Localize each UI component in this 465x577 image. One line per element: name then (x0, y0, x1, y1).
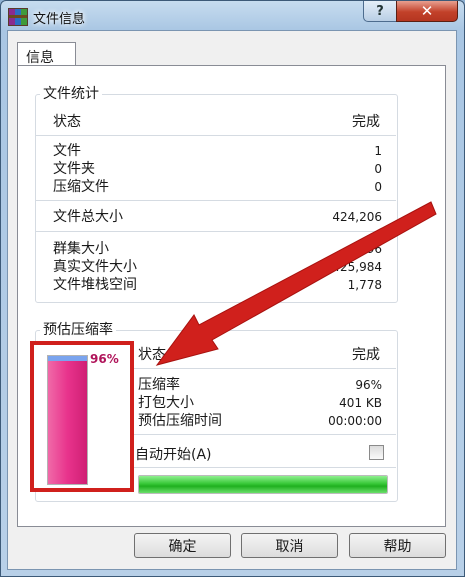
divider (36, 200, 396, 201)
divider (36, 231, 396, 232)
stats-group-title: 文件统计 (40, 83, 102, 103)
auto-start-checkbox[interactable] (369, 445, 384, 460)
ratio-group-title: 预估压缩率 (40, 319, 116, 339)
ratio-bar-fill (48, 361, 87, 484)
compression-progress-bar (138, 475, 388, 494)
real-size-value: 425,984 (332, 260, 382, 274)
close-button[interactable]: ✕ (396, 1, 458, 22)
ratio-value: 96% (355, 378, 382, 392)
count-archives-value: 0 (374, 180, 382, 194)
auto-start-label[interactable]: 自动开始(A) (135, 444, 212, 464)
est-time-label: 预估压缩时间 (138, 413, 222, 429)
divider (134, 434, 396, 435)
cluster-size-label: 群集大小 (53, 241, 109, 257)
count-archives-label: 压缩文件 (53, 179, 109, 195)
count-folders-value: 0 (374, 162, 382, 176)
cancel-button[interactable]: 取消 (241, 533, 338, 558)
winrar-app-icon (8, 8, 28, 26)
title-help-button[interactable]: ? (363, 1, 397, 22)
ratio-label: 压缩率 (138, 377, 180, 393)
total-size-label: 文件总大小 (53, 209, 123, 225)
ok-button[interactable]: 确定 (134, 533, 231, 558)
help-button[interactable]: 帮助 (349, 533, 446, 558)
ratio-status-label: 状态 (138, 347, 166, 363)
packed-size-value: 401 KB (339, 396, 382, 410)
count-folders-label: 文件夹 (53, 161, 95, 177)
tab-info[interactable]: 信息 (17, 42, 76, 66)
real-size-label: 真实文件大小 (53, 259, 137, 275)
ratio-bar (47, 355, 88, 485)
progress-fill (139, 476, 387, 493)
window-title: 文件信息 (33, 12, 86, 27)
stack-space-value: 1,778 (347, 278, 382, 292)
count-files-label: 文件 (53, 143, 81, 159)
divider (134, 467, 396, 468)
packed-size-label: 打包大小 (138, 395, 194, 411)
divider (36, 135, 396, 136)
title-bar[interactable]: 文件信息 ? ✕ (1, 1, 464, 31)
count-files-value: 1 (374, 144, 382, 158)
stack-space-label: 文件堆栈空间 (53, 277, 137, 293)
stats-status-value: 完成 (352, 114, 380, 130)
ratio-bar-percent: 96% (90, 352, 119, 366)
close-icon: ✕ (420, 2, 434, 20)
divider (134, 368, 396, 369)
tab-info-label: 信息 (26, 50, 54, 66)
ratio-status-value: 完成 (352, 347, 380, 363)
est-time-value: 00:00:00 (328, 414, 382, 428)
stats-status-label: 状态 (53, 114, 81, 130)
cluster-size-value: 4,096 (347, 242, 382, 256)
total-size-value: 424,206 (332, 210, 382, 224)
